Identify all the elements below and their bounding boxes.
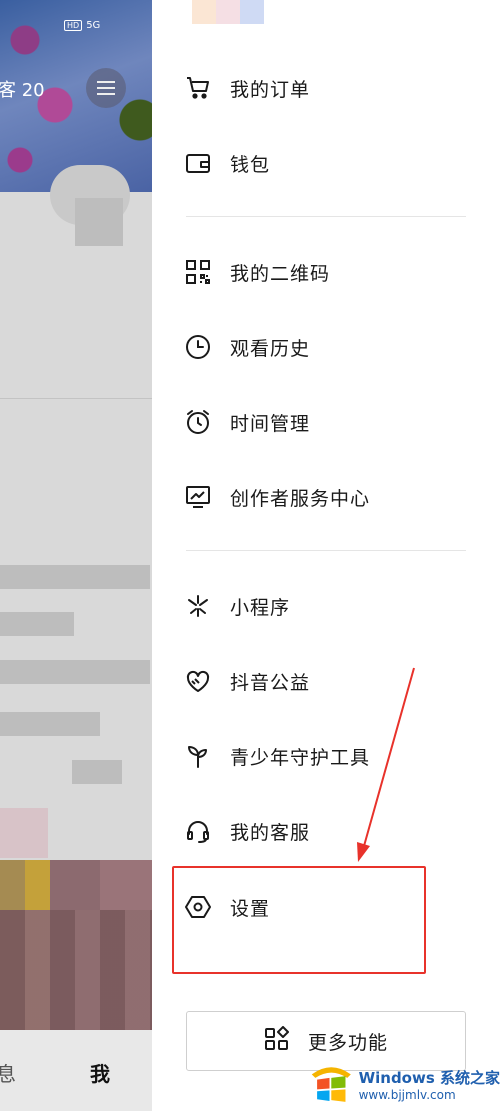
background-profile-page: HD 5G 客 20 息 我 [0, 0, 152, 1111]
menu-item-wallet[interactable]: 钱包 [184, 137, 464, 189]
menu-item-label: 青少年守护工具 [230, 746, 371, 769]
menu-item-label: 观看历史 [230, 337, 311, 360]
bottom-tab-bar: 息 我 [0, 1030, 152, 1111]
blurred-block [0, 565, 150, 589]
menu-item-customer-service[interactable]: 我的客服 [184, 805, 464, 857]
status-bar: HD 5G [64, 20, 100, 31]
qr-code-icon [184, 258, 212, 286]
settings-highlight-box [172, 866, 426, 974]
divider [0, 398, 152, 399]
mini-program-icon [184, 592, 212, 620]
menu-item-label: 小程序 [230, 596, 291, 619]
heart-hands-icon [184, 667, 212, 695]
side-drawer: 我的订单 钱包 我的二维码 观看历史 时间管理 创作者服务中心 小程序 抖音公益… [152, 0, 500, 1111]
menu-item-label: 我的客服 [230, 821, 311, 844]
blurred-block [0, 660, 150, 684]
blurred-image [0, 910, 152, 1030]
menu-item-youth-protection[interactable]: 青少年守护工具 [184, 730, 464, 782]
windows-logo-icon [311, 1066, 351, 1102]
blurred-block [0, 612, 74, 636]
alarm-clock-icon [184, 408, 212, 436]
more-features-label: 更多功能 [307, 1031, 388, 1054]
menu-item-time-management[interactable]: 时间管理 [184, 396, 464, 448]
tab-messages[interactable]: 息 [0, 1058, 16, 1087]
menu-item-creator-center[interactable]: 创作者服务中心 [184, 471, 464, 523]
sprout-icon [184, 742, 212, 770]
menu-item-label: 时间管理 [230, 412, 311, 435]
watermark: Windows 系统之家 www.bjjmlv.com [310, 1058, 500, 1111]
menu-item-label: 我的订单 [230, 78, 311, 101]
menu-item-label: 钱包 [230, 153, 271, 176]
menu-item-charity[interactable]: 抖音公益 [184, 655, 464, 707]
blurred-block [72, 760, 122, 784]
divider [186, 216, 466, 217]
visitor-count: 客 20 [0, 80, 45, 101]
watermark-title: Windows 系统之家 [358, 1069, 500, 1087]
blurred-block [0, 712, 100, 736]
hd-badge: HD [64, 20, 83, 31]
menu-item-label: 抖音公益 [230, 671, 311, 694]
profile-cover-image: HD 5G 客 20 [0, 0, 152, 192]
menu-icon[interactable] [86, 68, 126, 108]
menu-item-mini-programs[interactable]: 小程序 [184, 580, 464, 632]
grid-shapes-icon [264, 1026, 290, 1056]
menu-item-my-qr-code[interactable]: 我的二维码 [184, 246, 464, 298]
menu-item-watch-history[interactable]: 观看历史 [184, 321, 464, 373]
headset-icon [184, 817, 212, 845]
signal-indicator: 5G [86, 20, 101, 31]
clock-icon [184, 333, 212, 361]
menu-item-my-orders[interactable]: 我的订单 [184, 62, 464, 114]
menu-item-label: 创作者服务中心 [230, 487, 371, 510]
cart-icon [184, 74, 212, 102]
divider [186, 550, 466, 551]
blurred-block [75, 198, 123, 246]
blurred-block [0, 808, 48, 858]
menu-item-label: 我的二维码 [230, 262, 331, 285]
watermark-url: www.bjjmlv.com [358, 1088, 456, 1102]
wallet-icon [184, 149, 212, 177]
chart-monitor-icon [184, 483, 212, 511]
tab-me[interactable]: 我 [90, 1058, 110, 1087]
blurred-header [192, 0, 264, 24]
